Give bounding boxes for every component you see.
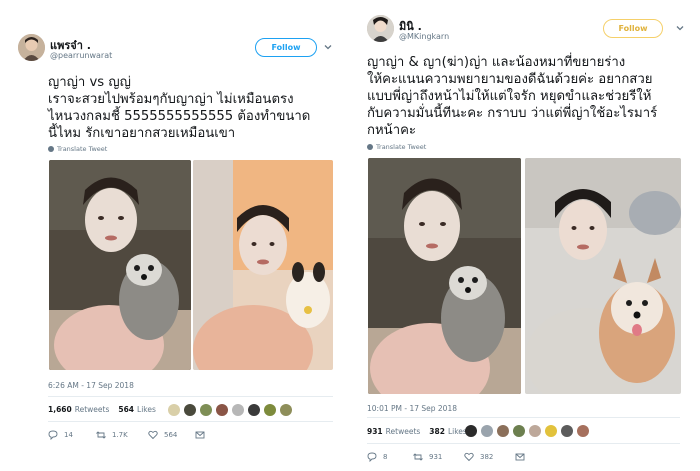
liker-avatar[interactable] <box>577 425 589 437</box>
tweet-text-line: ญาญ่า vs ญญ่ <box>48 75 131 90</box>
tweet-text-line: แบบพี่ญ่าถึงหน้าไม่ให้แต่ใจรัก หยุดขำและ… <box>367 89 652 104</box>
tweet-actions: 8 931 382 <box>367 452 680 466</box>
handle[interactable]: @MKingkarn <box>399 32 449 41</box>
tweet-card-1: แพรจ๋า . @pearrunwarat Follow ญาญ่า vs ญ… <box>10 0 340 471</box>
liker-avatar[interactable] <box>529 425 541 437</box>
chevron-down-icon[interactable] <box>675 23 685 33</box>
tweet-text-line: ญาญ่า & ญา(ฆ่า)ญ่า และน้องหมาที่ขยายร่าง <box>367 55 626 70</box>
like-button[interactable]: 382 <box>464 452 493 462</box>
tweet-photo[interactable] <box>193 160 333 370</box>
tweet-photo[interactable] <box>368 158 521 394</box>
translate-tweet-link[interactable]: Translate Tweet <box>48 145 107 153</box>
tweet-text-line: กับความมั่นนี้ทีนะคะ กราบบ ว่าแต่พี่ญ่าใ… <box>367 106 658 121</box>
timestamp[interactable]: 10:01 PM - 17 Sep 2018 <box>367 404 457 413</box>
liker-avatar[interactable] <box>232 404 244 416</box>
timestamp[interactable]: 6:26 AM - 17 Sep 2018 <box>48 381 134 390</box>
likes-stat[interactable]: 382 Likes <box>429 427 467 436</box>
translate-tweet-link[interactable]: Translate Tweet <box>367 143 426 151</box>
reply-icon <box>48 430 58 440</box>
liker-avatar[interactable] <box>168 404 180 416</box>
liker-avatar[interactable] <box>264 404 276 416</box>
divider <box>367 417 680 418</box>
tweet-text-line: ให้คะแนนความพยายามของดีฉันด้วยค่ะ อยากสว… <box>367 72 653 87</box>
like-count: 564 <box>164 431 178 439</box>
tweet-text-line: นี้ไหม รักเขาอยากสวยเหมือนเขา <box>48 126 236 141</box>
reply-count: 14 <box>64 431 73 439</box>
likers-avatars <box>168 404 296 416</box>
message-button[interactable] <box>195 430 211 440</box>
liker-avatar[interactable] <box>497 425 509 437</box>
liker-avatar[interactable] <box>200 404 212 416</box>
tweet-text-line: กหน้าคะ <box>367 123 417 138</box>
like-button[interactable]: 564 <box>148 430 177 440</box>
translate-label: Translate Tweet <box>57 145 108 153</box>
likes-stat[interactable]: 564 Likes <box>118 405 156 414</box>
globe-icon <box>48 146 54 152</box>
retweets-stat[interactable]: 931 Retweets <box>367 427 420 436</box>
like-count: 382 <box>480 453 494 461</box>
tweet-text-line: ไหนวงกลมชี้ 5555555555555 ต้องทำขนาด <box>48 109 311 124</box>
handle[interactable]: @pearrunwarat <box>50 51 112 60</box>
message-icon <box>195 431 205 439</box>
divider <box>48 421 333 422</box>
liker-avatar[interactable] <box>545 425 557 437</box>
globe-icon <box>367 144 373 150</box>
like-icon <box>464 452 474 462</box>
liker-avatar[interactable] <box>216 404 228 416</box>
liker-avatar[interactable] <box>465 425 477 437</box>
engagement-stats: 1,660 Retweets 564 Likes <box>48 405 165 414</box>
follow-button[interactable]: Follow <box>255 38 317 57</box>
reply-button[interactable]: 8 <box>367 452 387 462</box>
tweet-text: ญาญ่า & ญา(ฆ่า)ญ่า และน้องหมาที่ขยายร่าง… <box>367 54 657 139</box>
tweet-actions: 14 1.7K 564 <box>48 430 333 444</box>
message-icon <box>515 453 525 461</box>
tweet-photo[interactable] <box>49 160 191 370</box>
reply-button[interactable]: 14 <box>48 430 73 440</box>
tweet-card-2: มินิ . @MKingkarn Follow ญาญ่า & ญา(ฆ่า)… <box>360 0 700 471</box>
tweet-text-line: เราจะสวยไปพร้อมๆกับญาญ่า ไม่เหมือนตรง <box>48 92 294 107</box>
reply-count: 8 <box>383 453 388 461</box>
retweet-icon <box>413 453 423 461</box>
retweet-count: 931 <box>429 453 443 461</box>
reply-icon <box>367 452 377 462</box>
retweet-button[interactable]: 1.7K <box>96 430 128 440</box>
liker-avatar[interactable] <box>513 425 525 437</box>
follow-button[interactable]: Follow <box>603 19 663 38</box>
message-button[interactable] <box>515 452 531 462</box>
like-icon <box>148 430 158 440</box>
liker-avatar[interactable] <box>280 404 292 416</box>
engagement-stats: 931 Retweets 382 Likes <box>367 427 476 436</box>
liker-avatar[interactable] <box>481 425 493 437</box>
liker-avatar[interactable] <box>561 425 573 437</box>
avatar[interactable] <box>18 34 45 61</box>
tweet-text: ญาญ่า vs ญญ่ เราจะสวยไปพร้อมๆกับญาญ่า ไม… <box>48 74 310 142</box>
liker-avatar[interactable] <box>248 404 260 416</box>
liker-avatar[interactable] <box>184 404 196 416</box>
retweet-icon <box>96 431 106 439</box>
retweets-stat[interactable]: 1,660 Retweets <box>48 405 109 414</box>
chevron-down-icon[interactable] <box>323 42 333 52</box>
likers-avatars <box>465 425 593 437</box>
avatar[interactable] <box>367 15 394 42</box>
retweet-button[interactable]: 931 <box>413 452 442 462</box>
retweet-count: 1.7K <box>112 431 128 439</box>
divider <box>367 443 680 444</box>
translate-label: Translate Tweet <box>376 143 427 151</box>
divider <box>48 396 333 397</box>
tweet-photo[interactable] <box>525 158 681 394</box>
